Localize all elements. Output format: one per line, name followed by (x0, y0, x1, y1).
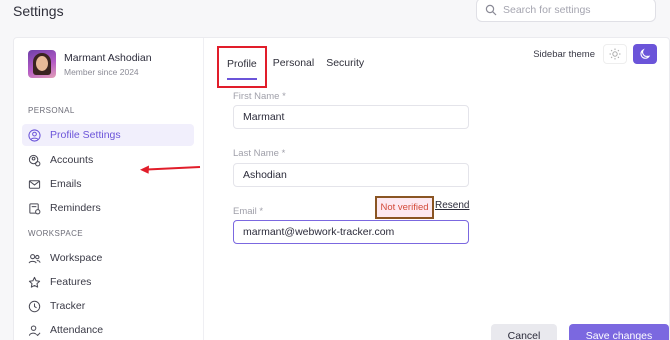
not-verified-badge: Not verified (375, 196, 434, 219)
sidebar-item-profile-settings[interactable]: Profile Settings (22, 124, 194, 146)
sidebar-item-label: Profile Settings (50, 129, 121, 141)
profile-panel: Profile Personal Security Sidebar theme (205, 38, 669, 340)
sidebar-theme-toggle: Sidebar theme (533, 44, 657, 64)
sidebar-item-attendance[interactable]: Attendance (22, 319, 194, 340)
user-circle-icon (28, 128, 41, 142)
reminder-icon (29, 202, 41, 214)
first-name-input[interactable] (243, 111, 468, 123)
section-label-personal: PERSONAL (28, 106, 75, 115)
resend-link[interactable]: Resend (435, 200, 469, 211)
tab-personal[interactable]: Personal (267, 56, 320, 70)
page-title: Settings (13, 3, 64, 19)
attendance-icon (28, 324, 41, 336)
moon-icon (640, 48, 651, 59)
search-input[interactable] (503, 4, 648, 16)
sidebar-item-features[interactable]: Features (22, 271, 194, 293)
sidebar-item-reminders[interactable]: Reminders (22, 197, 194, 219)
sidebar-item-label: Workspace (50, 252, 103, 264)
section-label-workspace: WORKSPACE (28, 229, 84, 238)
sidebar-item-label: Emails (50, 178, 82, 190)
tab-security[interactable]: Security (320, 56, 370, 70)
sidebar-item-label: Reminders (50, 202, 101, 214)
save-changes-button[interactable]: Save changes (569, 324, 669, 340)
last-name-input[interactable] (243, 169, 468, 181)
theme-dark-button[interactable] (633, 44, 657, 64)
first-name-field[interactable] (233, 105, 469, 129)
accounts-icon (28, 154, 41, 166)
sidebar-item-label: Tracker (50, 300, 86, 312)
sidebar-item-tracker[interactable]: Tracker (22, 295, 194, 317)
theme-light-button[interactable] (603, 44, 627, 64)
sun-icon (609, 48, 621, 60)
mail-icon (28, 179, 41, 189)
last-name-label: Last Name * (233, 148, 286, 159)
avatar (28, 50, 56, 78)
search-icon (485, 4, 497, 16)
first-name-label: First Name * (233, 91, 286, 102)
annotation-arrow (140, 165, 201, 174)
user-block: Marmant Ashodian Member since 2024 (28, 50, 152, 78)
settings-card: Marmant Ashodian Member since 2024 PERSO… (13, 37, 670, 340)
last-name-field[interactable] (233, 163, 469, 187)
search-box[interactable] (476, 0, 656, 22)
users-icon (28, 253, 41, 263)
sidebar-item-label: Accounts (50, 154, 94, 166)
clock-icon (28, 300, 41, 312)
email-input[interactable] (243, 226, 468, 238)
user-name: Marmant Ashodian (64, 51, 152, 64)
star-icon (28, 276, 41, 288)
email-label: Email * (233, 206, 264, 217)
sidebar-item-label: Attendance (50, 324, 104, 336)
settings-sidebar: Marmant Ashodian Member since 2024 PERSO… (14, 38, 204, 340)
member-since: Member since 2024 (64, 66, 139, 77)
cancel-button[interactable]: Cancel (491, 324, 557, 340)
sidebar-item-label: Features (50, 276, 92, 288)
sidebar-theme-label: Sidebar theme (533, 48, 595, 60)
email-field[interactable] (233, 220, 469, 244)
sidebar-item-emails[interactable]: Emails (22, 173, 194, 195)
sidebar-item-workspace[interactable]: Workspace (22, 247, 194, 269)
tab-bar: Profile Personal Security (217, 46, 370, 88)
tab-profile[interactable]: Profile (217, 46, 267, 88)
